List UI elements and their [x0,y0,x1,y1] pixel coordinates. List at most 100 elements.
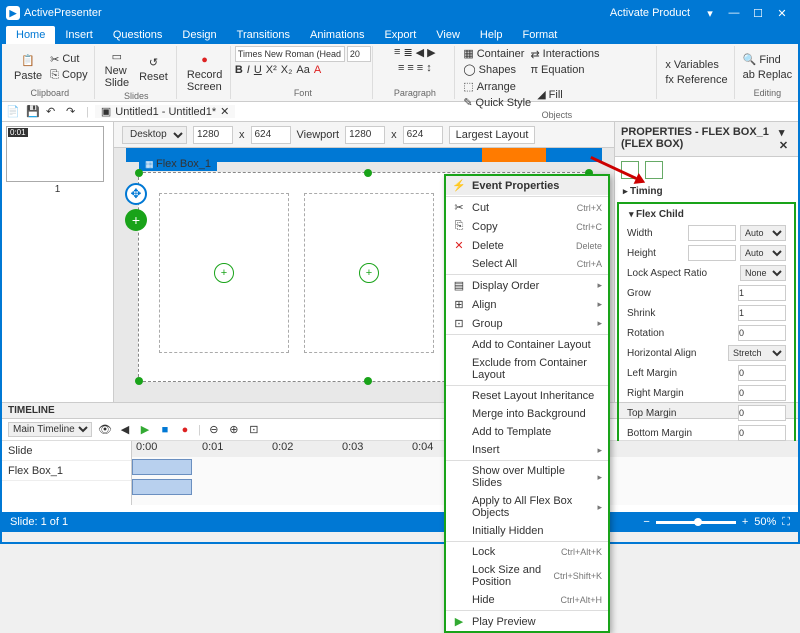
align-left-button[interactable]: ≡ [398,62,404,74]
width-unit[interactable]: Auto [740,225,786,241]
ctx-event-properties[interactable]: ⚡Event Properties [446,176,608,195]
document-tab[interactable]: ▣ Untitled1 - Untitled1* ✕ [95,105,236,118]
minimize-button[interactable]: — [722,3,746,23]
equation-button[interactable]: πEquation [528,63,601,77]
ctx-exclude-container[interactable]: Exclude from Container Layout [446,354,608,384]
copy-button[interactable]: ⎘Copy [48,68,90,83]
flex-cell-1[interactable]: + [159,193,289,353]
tl-zoomfit-icon[interactable]: ⊡ [247,423,261,437]
tl-stop-icon[interactable]: ■ [158,423,172,437]
new-doc-icon[interactable]: 📄 [6,105,20,119]
move-handle-icon[interactable]: ✥ [125,183,147,205]
slide-bar[interactable] [132,459,192,475]
superscript-button[interactable]: X² [266,64,277,76]
ctx-hide[interactable]: HideCtrl+Alt+H [446,591,608,609]
ctx-merge-bg[interactable]: Merge into Background [446,405,608,423]
width-input[interactable] [688,225,736,241]
tab-animations[interactable]: Animations [300,26,374,44]
ctx-display-order[interactable]: ▤Display Order▸ [446,276,608,295]
interactions-button[interactable]: ⇄Interactions [528,47,601,62]
panel-menu-icon[interactable]: ▾ ✕ [779,126,792,152]
ctx-add-template[interactable]: Add to Template [446,423,608,441]
ctx-delete[interactable]: ✕DeleteDelete [446,236,608,255]
tab-home[interactable]: Home [6,26,55,44]
ctx-cut[interactable]: ✂CutCtrl+X [446,198,608,217]
tab-questions[interactable]: Questions [103,26,173,44]
window-dropdown-icon[interactable]: ▾ [698,3,722,23]
timeline-select[interactable]: Main Timeline [8,422,92,437]
maximize-button[interactable]: ☐ [746,3,770,23]
tab-insert[interactable]: Insert [55,26,103,44]
underline-button[interactable]: U [254,64,262,76]
find-button[interactable]: 🔍Find [741,52,795,67]
top-margin-input[interactable] [738,405,786,421]
resize-handle-n[interactable] [364,169,372,177]
ctx-apply-all[interactable]: Apply to All Flex Box Objects▸ [446,492,608,522]
resize-handle-sw[interactable] [135,377,143,385]
viewport-width-input[interactable] [345,126,385,144]
right-margin-input[interactable] [738,385,786,401]
height-unit[interactable]: Auto [740,245,786,261]
replace-button[interactable]: abReplac [741,68,795,82]
fill-button[interactable]: ◢Fill [535,87,565,102]
largest-layout-button[interactable]: Largest Layout [449,126,536,144]
container-button[interactable]: ▦Container [461,46,526,61]
redo-icon[interactable]: ↷ [66,105,80,119]
add-handle-icon[interactable]: + [125,209,147,231]
close-doc-icon[interactable]: ✕ [220,105,229,118]
indent-inc-button[interactable]: ▶ [427,46,435,59]
ctx-lock-size[interactable]: Lock Size and PositionCtrl+Shift+K [446,561,608,591]
grow-input[interactable] [738,285,786,301]
ctx-initially-hidden[interactable]: Initially Hidden [446,522,608,540]
add-content-icon[interactable]: + [214,263,234,283]
ctx-play-preview[interactable]: ▶Play Preview [446,612,608,631]
rotation-input[interactable] [738,325,786,341]
tl-zoomout-icon[interactable]: ⊖ [207,423,221,437]
reference-button[interactable]: fxReference [663,73,729,87]
ctx-lock[interactable]: LockCtrl+Alt+K [446,543,608,561]
close-button[interactable]: ✕ [770,3,794,23]
highlight-button[interactable]: Aa [296,64,309,76]
halign-select[interactable]: Stretch [728,345,786,361]
tl-eye-icon[interactable]: 👁 [98,423,112,437]
ctx-select-all[interactable]: Select AllCtrl+A [446,255,608,273]
tl-prev-icon[interactable]: ◀ [118,423,132,437]
zoom-slider[interactable] [656,521,736,524]
add-content-icon[interactable]: + [359,263,379,283]
height-input[interactable] [688,245,736,261]
canvas-width-input[interactable] [193,126,233,144]
ctx-align[interactable]: ⊞Align▸ [446,295,608,314]
font-color-button[interactable]: A [314,64,321,76]
align-right-button[interactable]: ≡ [417,62,423,74]
zoom-fit-button[interactable]: ⛶ [782,516,790,529]
tab-design[interactable]: Design [172,26,226,44]
number-list-button[interactable]: ≣ [403,46,412,59]
variables-button[interactable]: xVariables [663,58,729,72]
tl-record-icon[interactable]: ● [178,423,192,437]
left-margin-input[interactable] [738,365,786,381]
align-center-button[interactable]: ≡ [407,62,413,74]
font-size-input[interactable] [347,46,371,62]
undo-icon[interactable]: ↶ [46,105,60,119]
shapes-button[interactable]: ◯Shapes [461,62,526,77]
flexbox-bar[interactable] [132,479,192,495]
quickstyle-button[interactable]: ✎Quick Style [461,95,533,110]
reset-button[interactable]: ↺Reset [135,52,172,85]
bullet-list-button[interactable]: ≡ [394,46,400,59]
resize-handle-s[interactable] [364,377,372,385]
tab-view[interactable]: View [426,26,470,44]
line-spacing-button[interactable]: ↕ [426,62,432,74]
record-screen-button[interactable]: ●Record Screen [183,50,226,95]
zoom-in-button[interactable]: + [742,516,748,528]
bottom-margin-input[interactable] [738,425,786,441]
font-family-input[interactable] [235,46,345,62]
flex-cell-2[interactable]: + [304,193,434,353]
activate-product-link[interactable]: Activate Product [610,7,690,19]
shrink-input[interactable] [738,305,786,321]
italic-button[interactable]: I [247,64,250,76]
save-icon[interactable]: 💾 [26,105,40,119]
tl-play-icon[interactable]: ▶ [138,423,152,437]
ctx-insert[interactable]: Insert▸ [446,441,608,459]
new-slide-button[interactable]: ▭New Slide [101,46,133,91]
ctx-group[interactable]: ⊡Group▸ [446,314,608,333]
